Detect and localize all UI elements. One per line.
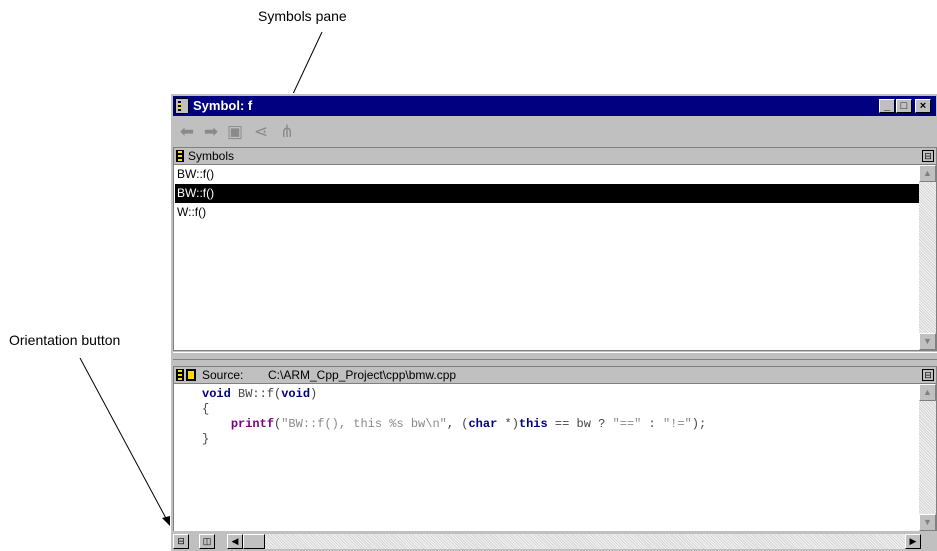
symbol-app-icon (175, 98, 189, 114)
browse-icon[interactable]: ▣ (223, 121, 247, 143)
scroll-down-arrow-icon[interactable]: ▼ (919, 514, 936, 531)
code-token: BW::f( (230, 387, 282, 401)
pane-splitter[interactable] (173, 352, 937, 360)
symbol-list-item[interactable]: BW::f() (175, 165, 921, 184)
symbol-list-item[interactable]: W::f() (175, 203, 921, 222)
scroll-up-arrow-icon[interactable]: ▲ (919, 165, 936, 182)
source-pane-header: Source: C:\ARM_Cpp_Project\cpp\bmw.cpp ⊟ (174, 367, 936, 384)
minimize-button[interactable]: _ (879, 99, 895, 113)
callers-graph-icon[interactable]: ⋔ (275, 121, 299, 143)
code-token: "!=" (662, 417, 692, 431)
code-token: printf (230, 417, 275, 431)
layout-button[interactable]: ◫ (199, 534, 215, 549)
symbols-pane-title: Symbols (188, 149, 235, 163)
maximize-button[interactable]: □ (896, 99, 912, 113)
window-title: Symbol: f (193, 98, 253, 113)
code-token: void (202, 387, 231, 401)
code-token: { (202, 402, 210, 416)
source-pane: Source: C:\ARM_Cpp_Project\cpp\bmw.cpp ⊟… (173, 366, 937, 532)
code-token: == bw ? (547, 417, 613, 431)
symbols-icon (176, 150, 184, 162)
symbols-pane: Symbols ⊟ BW::f() BW::f() W::f() ▲ ▼ (173, 147, 937, 351)
source-vertical-scrollbar[interactable]: ▲ ▼ (919, 384, 936, 531)
forward-arrow-icon[interactable]: ➡ (199, 121, 223, 143)
code-token: ); (691, 417, 707, 431)
source-file-icon (186, 369, 196, 381)
code-token: ) (310, 387, 318, 401)
orientation-button-callout: Orientation button (9, 332, 121, 348)
code-token: "BW::f(), this %s bw\n" (281, 417, 447, 431)
toolbar: ⬅ ➡ ▣ ⋖ ⋔ (173, 118, 936, 146)
scroll-down-arrow-icon[interactable]: ▼ (919, 333, 936, 350)
code-token: char (468, 417, 498, 431)
source-horizontal-scrollbar[interactable] (265, 534, 905, 549)
back-arrow-icon[interactable]: ⬅ (175, 121, 199, 143)
code-token: "==" (612, 417, 642, 431)
orientation-button[interactable]: ⊟ (173, 534, 189, 549)
bottom-bar: ⊟ ◫ ◀ ▶ (171, 531, 937, 551)
source-label: Source: (202, 368, 244, 382)
scroll-left-arrow-icon[interactable]: ◀ (227, 534, 243, 549)
code-token: } (202, 432, 210, 446)
close-button[interactable]: × (915, 99, 931, 113)
code-token: this (518, 417, 548, 431)
symbols-pane-header: Symbols ⊟ (174, 148, 936, 165)
symbol-list-item-selected[interactable]: BW::f() (175, 184, 921, 203)
horizontal-scroll-thumb[interactable] (243, 534, 265, 549)
symbols-pane-callout: Symbols pane (258, 8, 347, 24)
code-token: , ( (446, 417, 469, 431)
pane-orientation-button[interactable]: ⊟ (922, 150, 934, 162)
source-path: C:\ARM_Cpp_Project\cpp\bmw.cpp (268, 368, 457, 382)
symbols-vertical-scrollbar[interactable]: ▲ ▼ (919, 165, 936, 350)
code-token: *) (497, 417, 519, 431)
scroll-up-arrow-icon[interactable]: ▲ (919, 384, 936, 401)
scroll-right-arrow-icon[interactable]: ▶ (905, 534, 921, 549)
source-code: void BW::f(void) { printf("BW::f(), this… (202, 387, 706, 447)
window-titlebar[interactable]: Symbol: f _ □ × (173, 96, 936, 116)
pane-orientation-button[interactable]: ⊟ (922, 369, 934, 381)
symbol-window: Symbol: f _ □ × ⬅ ➡ ▣ ⋖ ⋔ Symbols ⊟ BW::… (170, 93, 937, 551)
code-token: : (641, 417, 663, 431)
code-token: void (281, 387, 311, 401)
call-graph-icon[interactable]: ⋖ (249, 121, 273, 143)
symbols-icon (176, 369, 184, 381)
